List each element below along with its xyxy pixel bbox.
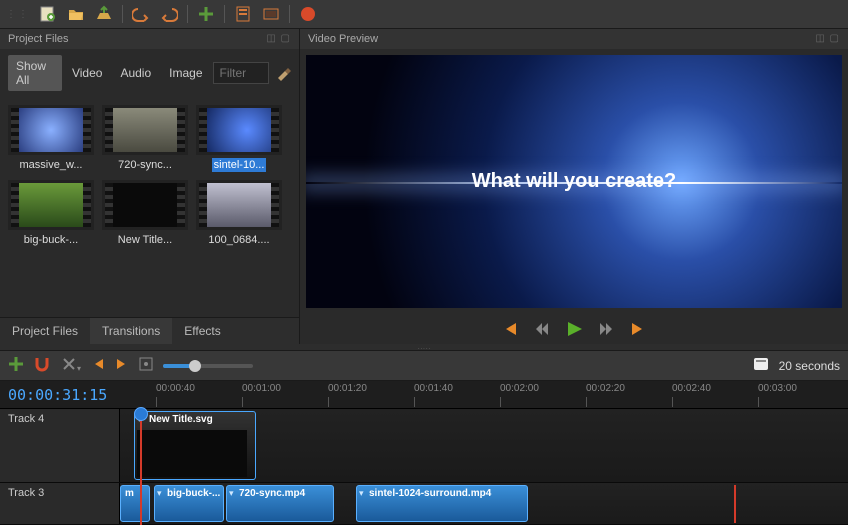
zoom-label: 20 seconds bbox=[779, 359, 840, 373]
project-item[interactable]: big-buck-... bbox=[8, 180, 94, 247]
fast-forward-icon[interactable] bbox=[597, 320, 615, 338]
filter-audio[interactable]: Audio bbox=[112, 62, 159, 84]
razor-dropdown-icon[interactable]: ▾ bbox=[62, 357, 81, 374]
rewind-icon[interactable] bbox=[533, 320, 551, 338]
timeline-clip[interactable]: ▾ New Title.svg bbox=[134, 411, 256, 480]
project-item[interactable]: massive_w... bbox=[8, 105, 94, 172]
playback-controls bbox=[300, 314, 848, 344]
filter-input[interactable] bbox=[213, 62, 269, 84]
timeline-tracks: Track 4 ▾ New Title.svg Track 3 m ▾big-b… bbox=[0, 409, 848, 525]
redo-icon[interactable] bbox=[159, 4, 179, 24]
jump-end-icon[interactable] bbox=[629, 320, 647, 338]
video-preview-title: Video Preview bbox=[308, 33, 378, 45]
project-files-title: Project Files bbox=[8, 33, 69, 45]
project-item[interactable]: 720-sync... bbox=[102, 105, 188, 172]
ruler-ticks[interactable]: 00:00:40 00:01:00 00:01:20 00:01:40 00:0… bbox=[120, 381, 848, 408]
open-project-icon[interactable] bbox=[66, 4, 86, 24]
new-project-icon[interactable] bbox=[38, 4, 58, 24]
dock-controls[interactable]: ◫ ▢ bbox=[266, 33, 291, 45]
marker-next-icon[interactable] bbox=[115, 357, 129, 374]
timeline-clip[interactable]: m bbox=[120, 485, 150, 522]
dock-controls[interactable]: ◫ ▢ bbox=[815, 33, 840, 45]
filter-image[interactable]: Image bbox=[161, 62, 210, 84]
fullscreen-icon[interactable] bbox=[261, 4, 281, 24]
add-track-icon[interactable] bbox=[8, 356, 24, 375]
undo-icon[interactable] bbox=[131, 4, 151, 24]
project-files-panel: Project Files ◫ ▢ Show All Video Audio Im… bbox=[0, 29, 300, 344]
clip-fade-icon: ▾ bbox=[137, 414, 142, 425]
main-toolbar: ⋮⋮ bbox=[0, 0, 848, 29]
project-item[interactable]: New Title... bbox=[102, 180, 188, 247]
track-body[interactable]: ▾ New Title.svg bbox=[120, 409, 848, 482]
profile-icon[interactable] bbox=[233, 4, 253, 24]
track-row: Track 3 m ▾big-buck-... ▾720-sync.mp4 ▾s… bbox=[0, 483, 848, 525]
timeline-clip[interactable]: ▾big-buck-... bbox=[154, 485, 224, 522]
zoom-slider[interactable] bbox=[163, 364, 253, 368]
grab-handle[interactable]: ⋮⋮ bbox=[6, 9, 30, 20]
center-playhead-icon[interactable] bbox=[139, 357, 153, 374]
track-body[interactable]: m ▾big-buck-... ▾720-sync.mp4 ▾sintel-10… bbox=[120, 483, 848, 524]
import-icon[interactable] bbox=[196, 4, 216, 24]
filter-show-all[interactable]: Show All bbox=[8, 55, 62, 91]
save-project-icon[interactable] bbox=[94, 4, 114, 24]
preview-viewport[interactable]: What will you create? bbox=[306, 55, 842, 308]
track-header[interactable]: Track 3 bbox=[0, 483, 120, 524]
track-row: Track 4 ▾ New Title.svg bbox=[0, 409, 848, 483]
snap-icon[interactable] bbox=[34, 356, 52, 375]
edit-cursor bbox=[734, 485, 736, 523]
project-thumbnails: massive_w... 720-sync... sintel-10... bi… bbox=[0, 97, 299, 255]
timeline-clip[interactable]: ▾720-sync.mp4 bbox=[226, 485, 334, 522]
marker-prev-icon[interactable] bbox=[91, 357, 105, 374]
timeline-toolbar: ▾ 20 seconds bbox=[0, 350, 848, 381]
project-item[interactable]: sintel-10... bbox=[196, 105, 282, 172]
export-icon[interactable] bbox=[298, 4, 318, 24]
preview-overlay-text: What will you create? bbox=[472, 170, 676, 193]
filter-video[interactable]: Video bbox=[64, 62, 110, 84]
timeline-ruler[interactable]: 00:00:31:15 00:00:40 00:01:00 00:01:20 0… bbox=[0, 381, 848, 409]
tab-effects[interactable]: Effects bbox=[172, 318, 232, 344]
timeline-clip[interactable]: ▾sintel-1024-surround.mp4 bbox=[356, 485, 528, 522]
track-header[interactable]: Track 4 bbox=[0, 409, 120, 482]
jump-start-icon[interactable] bbox=[501, 320, 519, 338]
clear-filter-icon[interactable] bbox=[275, 63, 292, 83]
zoom-reset-icon[interactable] bbox=[753, 357, 769, 374]
tab-project-files[interactable]: Project Files bbox=[0, 318, 90, 344]
tab-transitions[interactable]: Transitions bbox=[90, 318, 172, 344]
video-preview-panel: Video Preview ◫ ▢ What will you create? bbox=[300, 29, 848, 344]
timecode-display: 00:00:31:15 bbox=[0, 381, 120, 408]
play-icon[interactable] bbox=[565, 320, 583, 338]
project-item[interactable]: 100_0684.... bbox=[196, 180, 282, 247]
